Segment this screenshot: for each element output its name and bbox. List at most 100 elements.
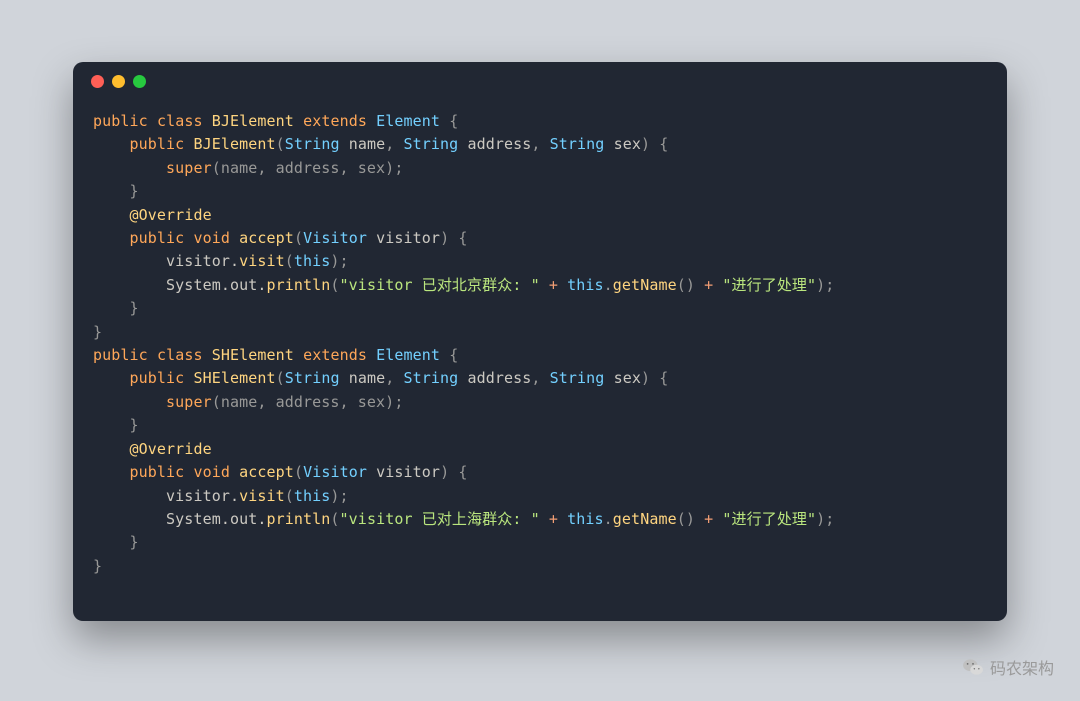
- minimize-icon[interactable]: [112, 75, 125, 88]
- punct: ,: [385, 135, 403, 153]
- punct: {: [449, 346, 458, 364]
- punct: (: [294, 229, 303, 247]
- keyword: class: [157, 112, 203, 130]
- type-name: Element: [376, 112, 440, 130]
- punct: (: [294, 463, 303, 481]
- method-call: println: [266, 276, 330, 294]
- punct: ) {: [440, 463, 467, 481]
- punct: }: [93, 299, 139, 317]
- keyword: this: [294, 487, 331, 505]
- keyword: public: [93, 112, 148, 130]
- method: accept: [239, 229, 294, 247]
- punct: .: [604, 276, 613, 294]
- indent: [93, 229, 130, 247]
- punct: ,: [531, 369, 549, 387]
- window-titlebar: [73, 62, 1007, 100]
- keyword: extends: [303, 346, 367, 364]
- punct: (name, address, sex);: [212, 393, 404, 411]
- param: visitor: [376, 229, 440, 247]
- string: "进行了处理": [722, 276, 816, 294]
- punct: ) {: [641, 369, 668, 387]
- type-name: Element: [376, 346, 440, 364]
- operator: +: [704, 510, 713, 528]
- zoom-icon[interactable]: [133, 75, 146, 88]
- keyword: void: [193, 463, 230, 481]
- ctor: BJElement: [193, 135, 275, 153]
- method-call: getName: [613, 276, 677, 294]
- punct: ,: [385, 369, 403, 387]
- keyword: public: [130, 369, 185, 387]
- code-block: public class BJElement extends Element {…: [73, 100, 1007, 598]
- punct: ,: [531, 135, 549, 153]
- class-name: BJElement: [212, 112, 294, 130]
- close-icon[interactable]: [91, 75, 104, 88]
- wechat-icon: [962, 658, 984, 676]
- keyword: public: [130, 135, 185, 153]
- method-call: visit: [239, 487, 285, 505]
- indent: [93, 369, 130, 387]
- method-call: visit: [239, 252, 285, 270]
- indent: [93, 440, 130, 458]
- param: name: [349, 369, 386, 387]
- operator: +: [540, 276, 567, 294]
- keyword: void: [193, 229, 230, 247]
- class-name: SHElement: [212, 346, 294, 364]
- keyword: public: [130, 229, 185, 247]
- annotation: @Override: [130, 206, 212, 224]
- string: "进行了处理": [722, 510, 816, 528]
- annotation: @Override: [130, 440, 212, 458]
- indent: [93, 135, 130, 153]
- watermark: 码农架构: [962, 655, 1054, 679]
- punct: }: [93, 416, 139, 434]
- punct: );: [816, 276, 834, 294]
- punct: }: [93, 533, 139, 551]
- code-text: visitor.: [93, 252, 239, 270]
- param: sex: [614, 135, 641, 153]
- indent: [93, 206, 130, 224]
- indent: [93, 463, 130, 481]
- punct: (: [285, 487, 294, 505]
- ctor: SHElement: [193, 369, 275, 387]
- param: address: [467, 369, 531, 387]
- watermark-text: 码农架构: [990, 655, 1054, 679]
- type-name: Visitor: [303, 229, 367, 247]
- punct: (): [677, 276, 704, 294]
- operator: +: [540, 510, 567, 528]
- type-name: Visitor: [303, 463, 367, 481]
- keyword: extends: [303, 112, 367, 130]
- punct: );: [816, 510, 834, 528]
- punct: ) {: [641, 135, 668, 153]
- punct: }: [93, 557, 102, 575]
- punct: );: [330, 252, 348, 270]
- punct: );: [330, 487, 348, 505]
- punct: {: [449, 112, 458, 130]
- string: "visitor 已对北京群众: ": [340, 276, 540, 294]
- keyword: public: [93, 346, 148, 364]
- punct: (): [677, 510, 704, 528]
- keyword: super: [166, 159, 212, 177]
- code-text: visitor.: [93, 487, 239, 505]
- punct: (: [276, 369, 285, 387]
- type-name: String: [285, 135, 340, 153]
- keyword: this: [294, 252, 331, 270]
- punct: (: [330, 510, 339, 528]
- type-name: String: [285, 369, 340, 387]
- param: sex: [614, 369, 641, 387]
- punct: .: [604, 510, 613, 528]
- keyword: this: [567, 510, 604, 528]
- keyword: this: [567, 276, 604, 294]
- keyword: public: [130, 463, 185, 481]
- method-call: getName: [613, 510, 677, 528]
- code-text: System.out.: [93, 276, 266, 294]
- punct: (: [276, 135, 285, 153]
- type-name: String: [550, 369, 605, 387]
- keyword: super: [166, 393, 212, 411]
- keyword: class: [157, 346, 203, 364]
- punct: (name, address, sex);: [212, 159, 404, 177]
- indent: [93, 159, 166, 177]
- code-text: System.out.: [93, 510, 266, 528]
- method-call: println: [266, 510, 330, 528]
- punct: (: [330, 276, 339, 294]
- method: accept: [239, 463, 294, 481]
- punct: }: [93, 323, 102, 341]
